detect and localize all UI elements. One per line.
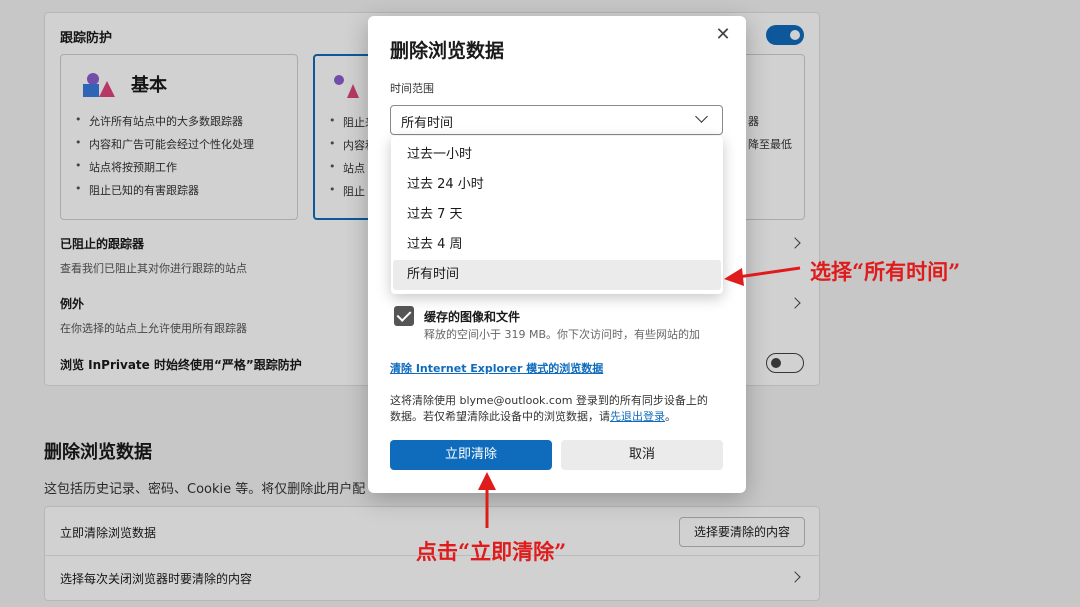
sync-note-end: 。 — [665, 410, 676, 423]
cache-description: 释放的空间小于 319 MB。你下次访问时，有些网站的加 — [424, 328, 701, 341]
sync-note-line2: 数据。若仅希望清除此设备中的浏览数据，请先退出登录。 — [390, 408, 676, 424]
annotation-click-clear-now: 点击“立即清除” — [416, 539, 567, 564]
time-range-label: 时间范围 — [390, 82, 434, 95]
time-range-dropdown: 过去一小时 过去 24 小时 过去 7 天 过去 4 周 所有时间 — [391, 136, 723, 294]
close-icon[interactable]: ✕ — [712, 24, 734, 46]
option-past-24-hours[interactable]: 过去 24 小时 — [393, 170, 721, 200]
sync-note-line1: 这将清除使用 blyme@outlook.com 登录到的所有同步设备上的 — [390, 394, 708, 407]
sign-out-link[interactable]: 先退出登录 — [610, 410, 665, 423]
option-past-7-days[interactable]: 过去 7 天 — [393, 200, 721, 230]
option-past-hour[interactable]: 过去一小时 — [393, 140, 721, 170]
cache-title: 缓存的图像和文件 — [424, 310, 521, 324]
time-range-select[interactable]: 所有时间 — [390, 105, 723, 135]
cancel-button[interactable]: 取消 — [561, 440, 723, 470]
annotation-select-all-time: 选择“所有时间” — [810, 259, 961, 284]
cache-checkbox[interactable] — [394, 306, 414, 326]
clear-now-button[interactable]: 立即清除 — [390, 440, 552, 470]
sync-note-text: 数据。若仅希望清除此设备中的浏览数据，请 — [390, 410, 610, 423]
clear-ie-mode-link[interactable]: 清除 Internet Explorer 模式的浏览数据 — [390, 360, 603, 376]
option-past-4-weeks[interactable]: 过去 4 周 — [393, 230, 721, 260]
chevron-down-icon — [695, 110, 708, 123]
time-range-value: 所有时间 — [401, 116, 454, 131]
dialog-title: 删除浏览数据 — [390, 40, 505, 62]
option-all-time[interactable]: 所有时间 — [393, 260, 721, 290]
